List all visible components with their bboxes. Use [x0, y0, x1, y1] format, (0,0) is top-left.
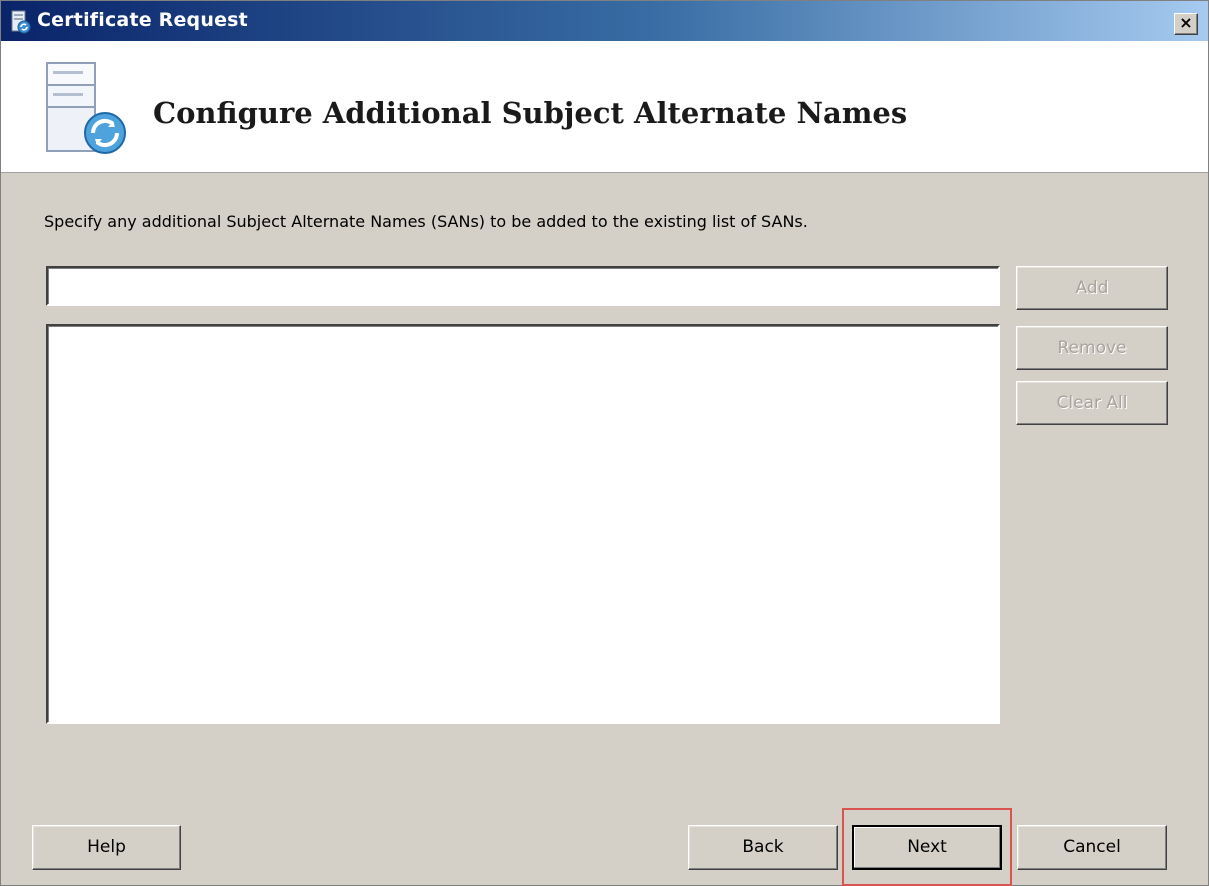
add-button[interactable]: Add: [1016, 266, 1168, 310]
window-title: Certificate Request: [37, 9, 248, 31]
title-bar[interactable]: Certificate Request ×: [1, 1, 1208, 41]
remove-button[interactable]: Remove: [1016, 326, 1168, 370]
help-button[interactable]: Help: [32, 825, 181, 870]
san-list[interactable]: [46, 324, 1000, 724]
page-title: Configure Additional Subject Alternate N…: [153, 96, 908, 130]
wizard-header: Configure Additional Subject Alternate N…: [1, 41, 1208, 173]
next-button[interactable]: Next: [852, 825, 1002, 870]
close-button[interactable]: ×: [1174, 13, 1198, 35]
cancel-button[interactable]: Cancel: [1017, 825, 1167, 870]
certificate-request-dialog: Certificate Request × Configure Addition…: [0, 0, 1209, 886]
certificate-icon: [11, 10, 31, 34]
server-certificate-icon: [46, 62, 126, 154]
back-button[interactable]: Back: [688, 825, 838, 870]
instruction-text: Specify any additional Subject Alternate…: [44, 212, 808, 231]
san-input[interactable]: [46, 266, 1000, 306]
clear-all-button[interactable]: Clear All: [1016, 381, 1168, 425]
